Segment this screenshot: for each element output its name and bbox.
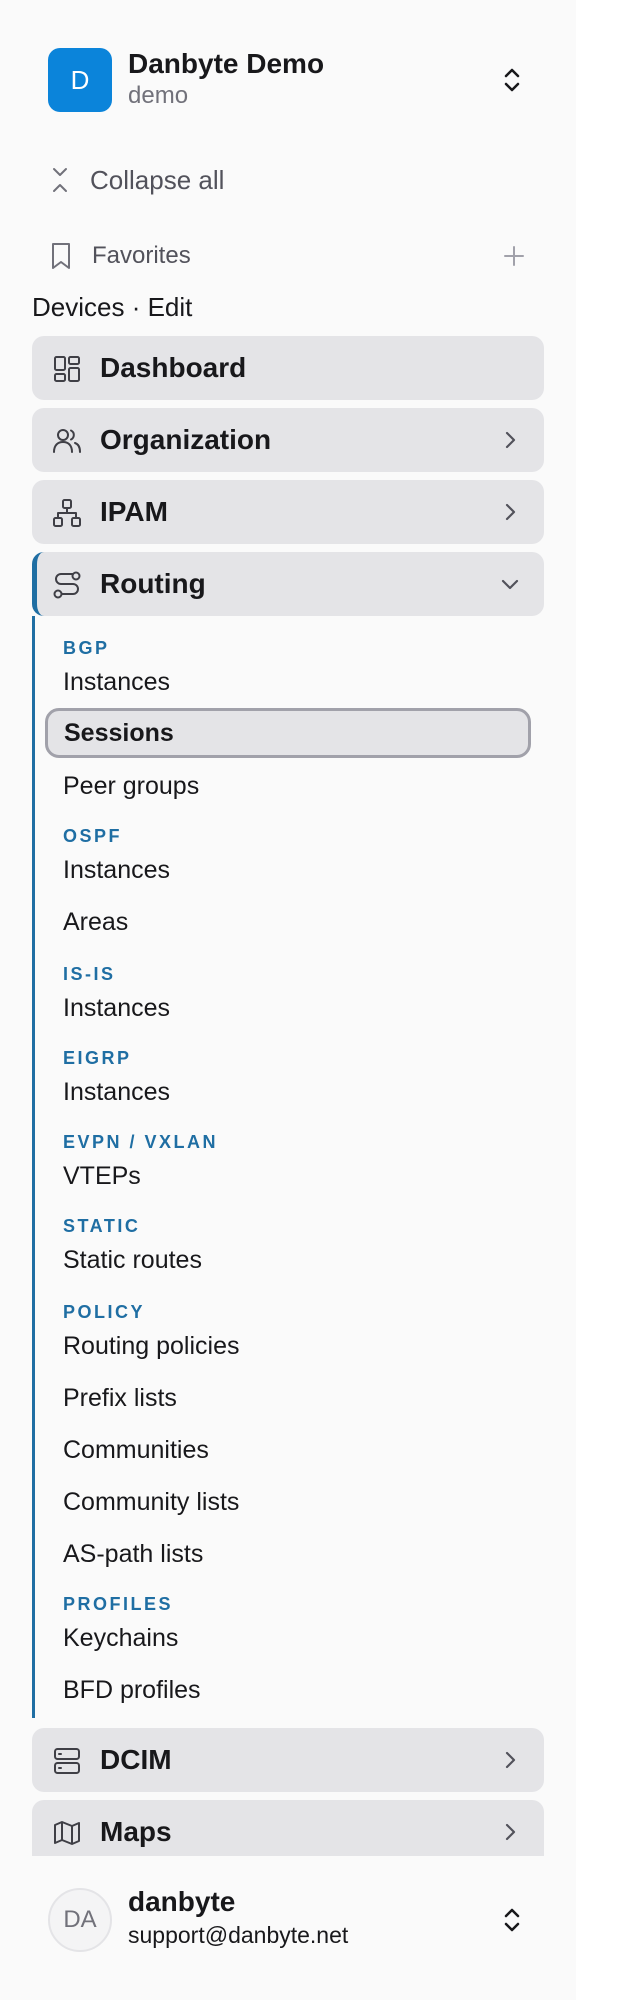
link-bfd-profiles[interactable]: BFD profiles bbox=[63, 1676, 201, 1705]
server-icon bbox=[54, 1748, 80, 1774]
nav-item-organization[interactable]: Organization bbox=[32, 408, 544, 472]
network-icon bbox=[53, 499, 81, 527]
org-name: Danbyte Demo bbox=[128, 48, 325, 79]
user-avatar: DA bbox=[48, 1888, 112, 1952]
link-ospf-areas[interactable]: Areas bbox=[63, 908, 128, 937]
section-evpn: EVPN / VXLAN bbox=[63, 1132, 219, 1152]
section-policy: POLICY bbox=[63, 1302, 146, 1322]
nav-label: Organization bbox=[100, 424, 272, 455]
map-icon bbox=[54, 1821, 80, 1845]
sidebar: D Danbyte Demo demo Collapse all Favorit… bbox=[0, 0, 576, 2000]
collapse-icon bbox=[53, 168, 67, 192]
link-community-lists[interactable]: Community lists bbox=[63, 1488, 239, 1517]
nav-label: Routing bbox=[100, 568, 206, 599]
org-avatar: D bbox=[48, 48, 112, 112]
dashboard-icon bbox=[54, 356, 80, 382]
link-ospf-instances[interactable]: Instances bbox=[63, 856, 170, 885]
nav-item-ipam[interactable]: IPAM bbox=[32, 480, 544, 544]
breadcrumb: Devices · Edit bbox=[32, 292, 193, 322]
chevron-right-icon bbox=[505, 431, 516, 449]
user-email: support@danbyte.net bbox=[128, 1922, 349, 1948]
favorites-header[interactable]: Favorites bbox=[48, 236, 528, 276]
collapse-all-label: Collapse all bbox=[90, 164, 225, 195]
link-prefix-lists[interactable]: Prefix lists bbox=[63, 1384, 177, 1413]
nav-item-dashboard[interactable]: Dashboard bbox=[32, 336, 544, 400]
link-bgp-sessions[interactable]: Sessions bbox=[45, 708, 531, 758]
org-slug: demo bbox=[128, 82, 189, 109]
users-icon bbox=[53, 429, 81, 453]
nav-label: DCIM bbox=[100, 1744, 172, 1775]
chevron-down-icon bbox=[501, 579, 519, 590]
section-profiles: PROFILES bbox=[63, 1594, 174, 1614]
route-icon bbox=[53, 571, 81, 599]
section-eigrp: EIGRP bbox=[63, 1048, 132, 1068]
bookmark-icon bbox=[52, 243, 70, 269]
nav-label: Maps bbox=[100, 1816, 172, 1847]
link-as-path-lists[interactable]: AS-path lists bbox=[63, 1540, 203, 1569]
section-static: STATIC bbox=[63, 1216, 141, 1236]
routing-submenu: BGP Instances Sessions Peer groups OSPF … bbox=[32, 616, 555, 1718]
section-isis: IS-IS bbox=[63, 964, 116, 984]
add-favorite-icon[interactable] bbox=[500, 242, 528, 270]
nav-label: IPAM bbox=[100, 496, 168, 527]
nav-item-routing[interactable]: Routing bbox=[32, 552, 544, 616]
section-bgp: BGP bbox=[63, 638, 110, 658]
chevrons-up-down-icon bbox=[504, 1908, 520, 1932]
link-vteps[interactable]: VTEPs bbox=[63, 1162, 141, 1191]
link-static-routes[interactable]: Static routes bbox=[63, 1246, 202, 1275]
chevron-right-icon bbox=[505, 1751, 516, 1769]
favorites-label: Favorites bbox=[92, 242, 191, 269]
link-isis-instances[interactable]: Instances bbox=[63, 994, 170, 1023]
link-communities[interactable]: Communities bbox=[63, 1436, 209, 1465]
section-ospf: OSPF bbox=[63, 826, 123, 846]
chevron-right-icon bbox=[505, 1823, 516, 1841]
org-switcher[interactable]: D Danbyte Demo demo bbox=[48, 48, 544, 112]
nav-item-maps[interactable]: Maps bbox=[32, 1800, 544, 1856]
link-bgp-peer-groups[interactable]: Peer groups bbox=[63, 772, 199, 801]
nav-label: Dashboard bbox=[100, 352, 247, 383]
nav-item-dcim[interactable]: DCIM bbox=[32, 1728, 544, 1792]
collapse-all-button[interactable]: Collapse all bbox=[48, 160, 224, 200]
user-menu[interactable]: DA danbyte support@danbyte.net bbox=[48, 1886, 544, 1952]
link-keychains[interactable]: Keychains bbox=[63, 1624, 178, 1653]
chevrons-up-down-icon bbox=[504, 68, 520, 92]
link-routing-policies[interactable]: Routing policies bbox=[63, 1332, 240, 1361]
user-name: danbyte bbox=[128, 1886, 236, 1917]
link-bgp-instances[interactable]: Instances bbox=[63, 668, 170, 697]
chevron-right-icon bbox=[505, 503, 516, 521]
link-eigrp-instances[interactable]: Instances bbox=[63, 1078, 170, 1107]
